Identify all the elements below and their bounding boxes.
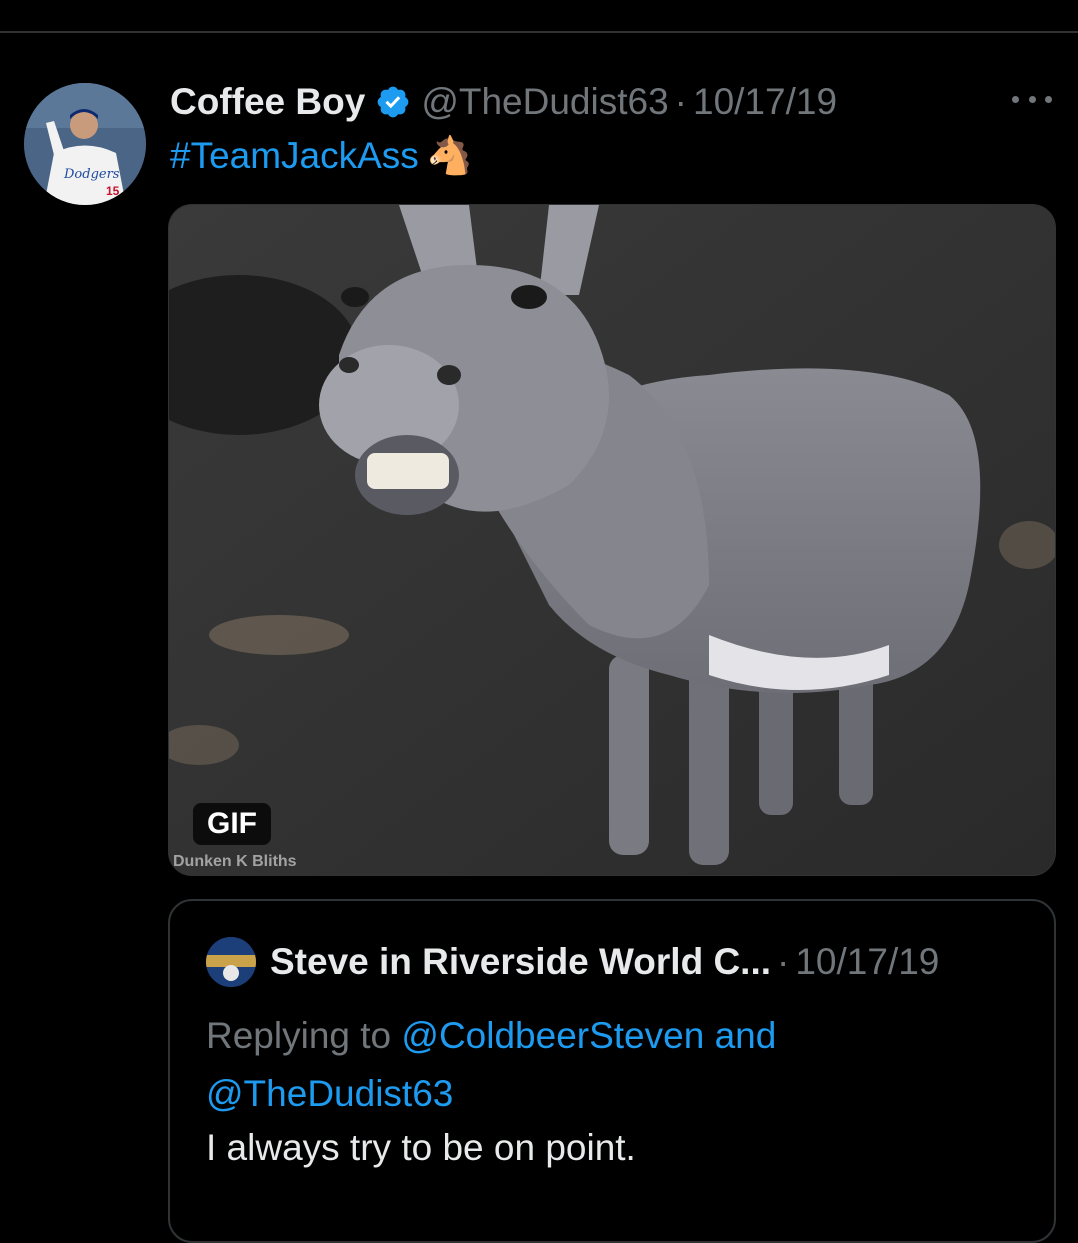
- gif-badge: GIF: [193, 803, 271, 845]
- quoted-header: Steve in Riverside World C... · 10/17/19: [206, 937, 939, 987]
- mention-thedudist63[interactable]: @TheDudist63: [206, 1073, 453, 1114]
- hashtag-link[interactable]: #TeamJackAss: [170, 135, 419, 176]
- avatar-text: Dodgers: [63, 167, 120, 182]
- avatar[interactable]: Dodgers 15: [24, 83, 146, 205]
- replying-to: Replying to @ColdbeerSteven and @TheDudi…: [206, 1007, 1026, 1123]
- handle[interactable]: @TheDudist63: [421, 81, 668, 123]
- quoted-tweet[interactable]: Steve in Riverside World C... · 10/17/19…: [168, 899, 1056, 1243]
- quoted-timestamp[interactable]: 10/17/19: [795, 941, 939, 983]
- tweet-header: Coffee Boy @TheDudist63 · 10/17/19: [170, 77, 837, 127]
- tweet-text: #TeamJackAss 🐴: [170, 133, 473, 179]
- quoted-display-name[interactable]: Steve in Riverside World C...: [270, 941, 771, 983]
- avatar-number: 15: [106, 184, 120, 198]
- donkey-image: [169, 205, 1055, 875]
- quoted-separator-dot: ·: [777, 941, 790, 982]
- display-name[interactable]: Coffee Boy: [170, 81, 365, 123]
- gif-watermark: Dunken K Bliths: [173, 853, 297, 870]
- more-options-icon[interactable]: [1012, 91, 1052, 107]
- separator-dot: ·: [674, 81, 687, 122]
- quoted-avatar[interactable]: [206, 937, 256, 987]
- mention-coldbeersteven[interactable]: @ColdbeerSteven: [401, 1015, 704, 1056]
- timestamp[interactable]: 10/17/19: [693, 81, 837, 123]
- replying-prefix: Replying to: [206, 1015, 402, 1056]
- quoted-text: I always try to be on point.: [206, 1127, 636, 1168]
- replying-and: and: [704, 1015, 777, 1056]
- verified-badge-icon: [377, 86, 409, 118]
- tweet[interactable]: Dodgers 15 Coffee Boy @TheDudist63 · 10/…: [0, 33, 1078, 1243]
- media-gif[interactable]: GIF Dunken K Bliths: [168, 204, 1056, 876]
- horse-emoji: 🐴: [426, 135, 473, 176]
